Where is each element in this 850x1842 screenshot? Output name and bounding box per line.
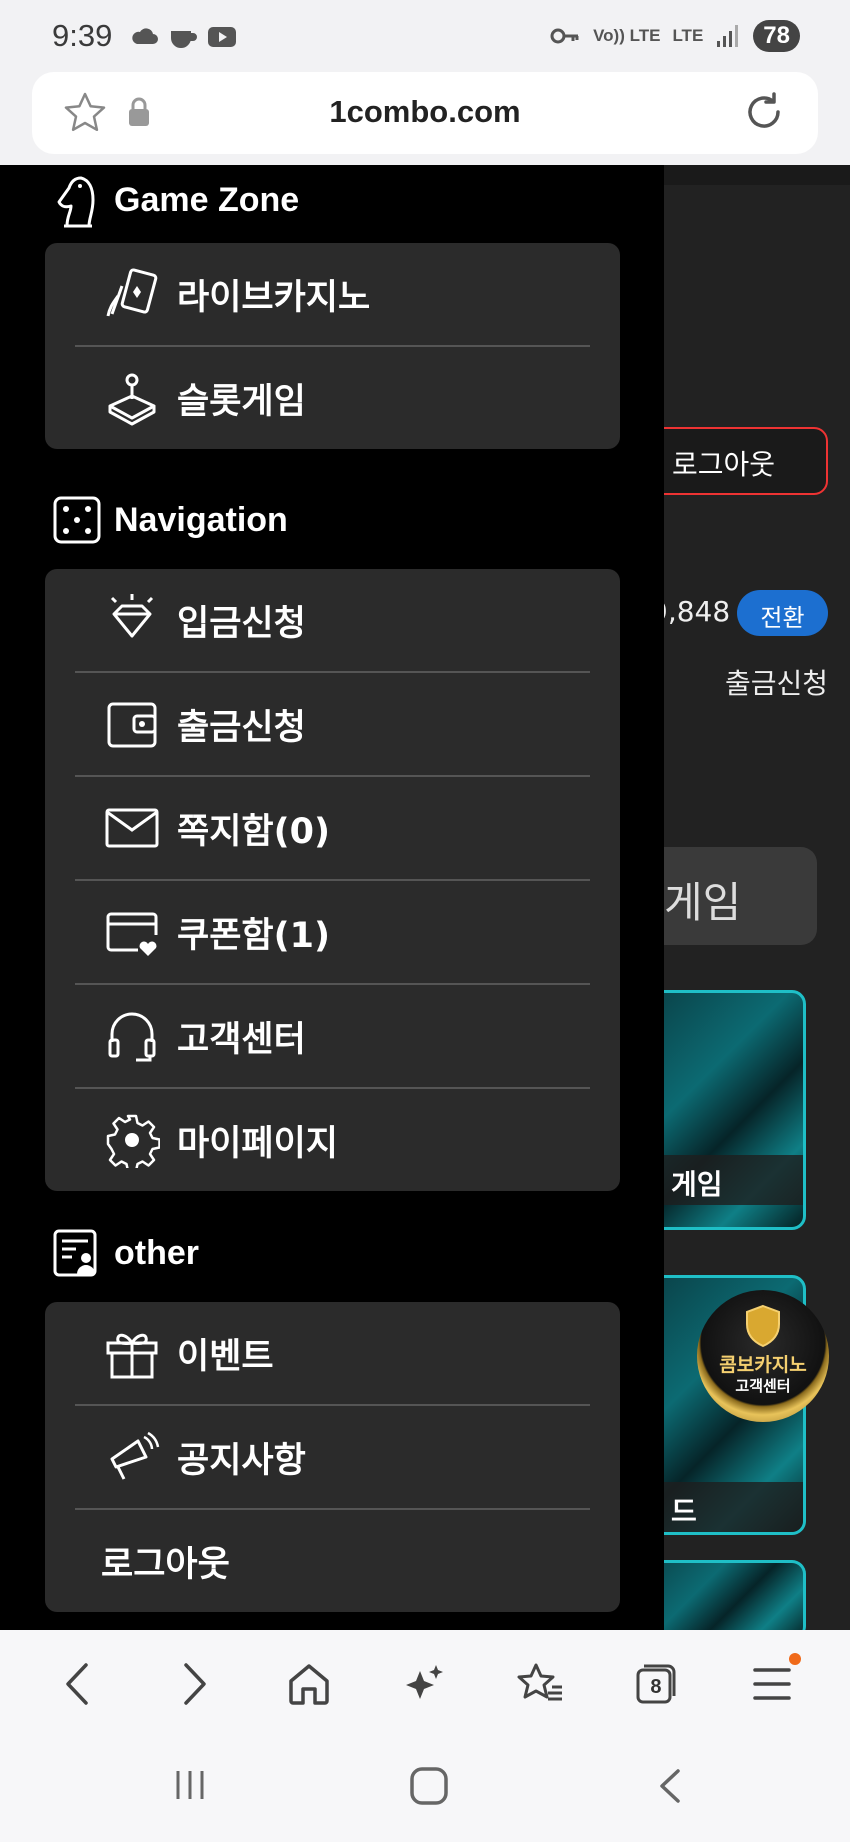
- menu-item-my-page[interactable]: 마이페이지: [45, 1089, 620, 1191]
- mail-icon: [105, 808, 159, 848]
- address-bar[interactable]: 1combo.com: [32, 72, 818, 154]
- shield-icon: [746, 1304, 780, 1348]
- menu-item-live-casino[interactable]: 라이브카지노: [45, 243, 620, 345]
- menu-item-deposit[interactable]: 입금신청: [45, 569, 620, 671]
- chess-knight-icon: [57, 176, 95, 228]
- back-nav-icon[interactable]: [650, 1765, 690, 1807]
- support-badge-title: 콤보카지노: [719, 1354, 807, 1376]
- wallet-icon: [107, 702, 157, 748]
- headset-icon: [108, 1012, 156, 1062]
- megaphone-icon: [110, 1431, 160, 1480]
- gift-icon: [106, 1333, 158, 1379]
- navigation-panel: 입금신청 출금신청 쪽지함(0) 쿠폰함(1) 고객센터 마이페이지: [45, 569, 620, 1191]
- battery-level: 78: [753, 20, 800, 52]
- notification-dot: [789, 1652, 802, 1665]
- notification-icons: [130, 22, 238, 52]
- convert-button[interactable]: 전환: [737, 590, 828, 636]
- home-icon: [289, 1663, 329, 1705]
- system-status-icons: Vo)) LTE LTE 78: [549, 20, 800, 52]
- section-header-game-zone: Game Zone: [52, 170, 299, 230]
- menu-item-customer-center[interactable]: 고객센터: [45, 985, 620, 1087]
- menu-button[interactable]: [737, 1649, 807, 1719]
- network-label: LTE: [672, 26, 704, 45]
- cloud-icon: [132, 28, 158, 44]
- menu-item-slot-game[interactable]: 슬롯게임: [45, 347, 620, 449]
- hamburger-menu-icon: [753, 1667, 791, 1700]
- home-nav-icon[interactable]: [408, 1765, 450, 1807]
- back-button[interactable]: [43, 1649, 113, 1719]
- notice-board-icon: [53, 1229, 97, 1277]
- signal-icon: [717, 25, 739, 47]
- bookmarks-button[interactable]: [506, 1649, 576, 1719]
- chevron-right-icon: [183, 1662, 206, 1705]
- menu-item-messages[interactable]: 쪽지함(0): [45, 777, 620, 879]
- recent-apps-icon[interactable]: [170, 1765, 210, 1805]
- joystick-icon: [108, 373, 156, 426]
- menu-item-coupons[interactable]: 쿠폰함(1): [45, 881, 620, 983]
- section-header-other: other: [52, 1228, 199, 1278]
- status-time: 9:39: [52, 18, 113, 53]
- browser-bottom-nav: 8: [0, 1630, 850, 1737]
- tabs-button[interactable]: 8: [621, 1649, 691, 1719]
- status-bar: 9:39 Vo)) LTE LTE 78: [0, 0, 850, 72]
- forward-button[interactable]: [159, 1649, 229, 1719]
- section-title: other: [114, 1233, 199, 1272]
- browser-toolbar: 1combo.com: [0, 72, 850, 165]
- support-badge[interactable]: 콤보카지노 고객센터: [697, 1290, 829, 1422]
- key-icon: [550, 28, 579, 44]
- chevron-left-icon: [66, 1662, 88, 1705]
- menu-item-logout[interactable]: 로그아웃: [45, 1510, 620, 1612]
- url-text[interactable]: 1combo.com: [32, 94, 818, 130]
- section-title: Game Zone: [114, 180, 300, 219]
- cup-icon: [171, 31, 197, 48]
- cards-icon: [106, 268, 158, 317]
- coupon-icon: [106, 912, 158, 956]
- volte-label: Vo)) LTE: [593, 26, 661, 45]
- sparkle-icon: [405, 1664, 443, 1699]
- reload-icon[interactable]: [740, 88, 788, 136]
- section-header-navigation: Navigation: [52, 495, 288, 545]
- game-zone-panel: 라이브카지노 슬롯게임: [45, 243, 620, 449]
- star-list-icon: [517, 1663, 562, 1700]
- support-badge-subtitle: 고객센터: [735, 1377, 791, 1395]
- withdraw-link-bg[interactable]: 출금신청: [725, 662, 828, 702]
- tab-count: 8: [650, 1675, 662, 1698]
- section-title: Navigation: [114, 500, 288, 539]
- home-button[interactable]: [274, 1649, 344, 1719]
- dice-icon: [53, 496, 101, 544]
- youtube-icon: [208, 27, 236, 47]
- side-drawer: Game Zone 라이브카지노 슬롯게임 Navigation 입금신청 출금…: [0, 165, 664, 1630]
- menu-item-notices[interactable]: 공지사항: [45, 1406, 620, 1508]
- menu-item-withdraw[interactable]: 출금신청: [45, 673, 620, 775]
- diamond-icon: [110, 594, 154, 638]
- gear-icon: [106, 1114, 160, 1168]
- other-panel: 이벤트 공지사항 로그아웃: [45, 1302, 620, 1612]
- menu-item-events[interactable]: 이벤트: [45, 1302, 620, 1404]
- ai-sparkle-button[interactable]: [390, 1649, 460, 1719]
- system-nav-bar: [0, 1737, 850, 1842]
